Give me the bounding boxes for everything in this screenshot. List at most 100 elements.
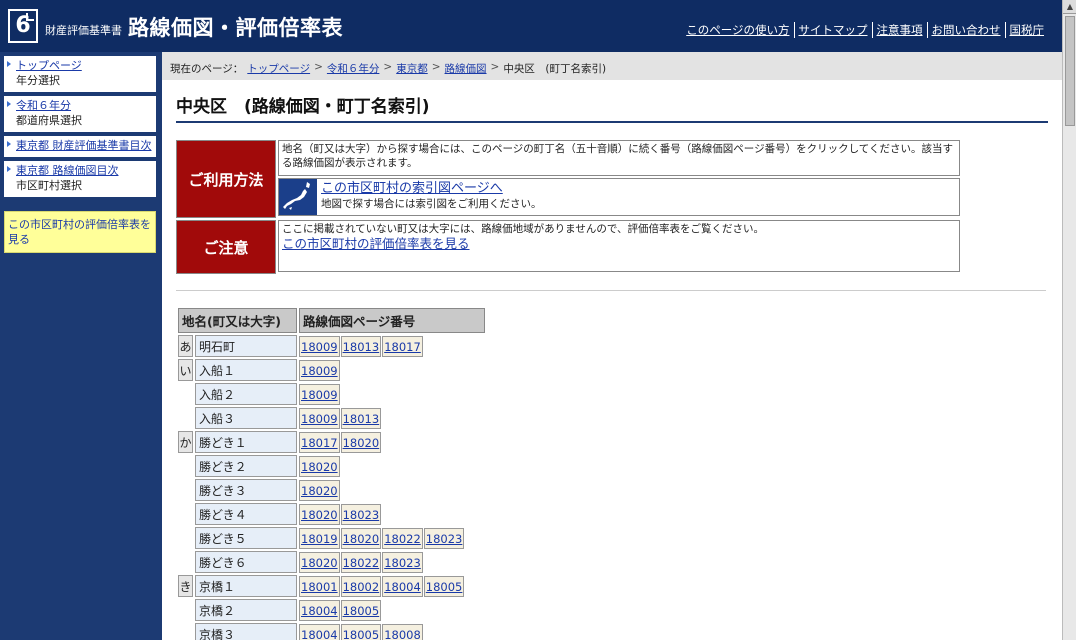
page-number-link[interactable]: 18008 [382,623,423,640]
town-name-cell: 京橋１ [195,575,297,597]
page-number-link[interactable]: 18017 [299,431,340,453]
page-number-link[interactable]: 18022 [382,527,423,549]
kana-index-cell: い [178,359,193,381]
page-numbers-cell: 18009 18013 18017 [299,335,485,357]
table-header-row: 地名(町又は大字) 路線価図ページ番号 [178,308,485,333]
sidebar-item-top: トップページ 年分選択 [4,56,156,92]
breadcrumb: 現在のページ： トップページ > 令和６年分 > 東京都 > 路線価図 > 中央… [162,52,1062,80]
page-number-link[interactable]: 18004 [299,599,340,621]
usage-label: ご利用方法 [176,140,276,218]
sidebar-link-year[interactable]: 令和６年分 [16,99,154,113]
breadcrumb-link-route-map[interactable]: 路線価図 [445,61,487,75]
index-map-link[interactable]: この市区町村の索引図ページへ [321,181,542,197]
column-header-town: 地名(町又は大字) [178,308,297,333]
usage-body: 地名（町又は大字）から探す場合には、このページの町丁名（五十音順）に続く番号（路… [278,140,960,218]
page-number-link[interactable]: 18020 [299,455,340,477]
logo-icon[interactable]: 6 [8,9,38,43]
sidebar-link-top[interactable]: トップページ [16,59,154,73]
table-row: 入船２ 18009 [178,383,485,405]
page-numbers-cell: 18009 [299,383,485,405]
page-number-link[interactable]: 18005 [340,623,382,640]
table-row: 勝どき６ 18020 18022 18023 [178,551,485,573]
caution-text: ここに掲載されていない町又は大字には、路線価地域がありませんので、評価倍率表をご… [282,223,764,235]
column-header-pages: 路線価図ページ番号 [299,308,485,333]
page-number-link[interactable]: 18009 [299,383,340,405]
page-number-link[interactable]: 18020 [299,503,340,525]
page-numbers-cell: 18020 18023 [299,503,485,525]
page-number-link[interactable]: 18023 [382,551,423,573]
table-row: い入船１ 18009 [178,359,485,381]
town-index-table: 地名(町又は大字) 路線価図ページ番号 あ明石町 18009 18013 18017 い… [176,306,487,640]
breadcrumb-separator: > [431,61,441,73]
sidebar-link-toc[interactable]: 東京都 財産評価基準書目次 [16,139,154,153]
japan-map-icon[interactable] [279,179,317,215]
page-numbers-cell: 18020 [299,479,485,501]
arrow-right-icon [7,101,11,107]
page-number-link[interactable]: 18020 [299,479,340,501]
town-name-cell: 勝どき３ [195,479,297,501]
page-number-link[interactable]: 18020 [340,431,382,453]
sidebar: トップページ 年分選択 令和６年分 都道府県選択 東京都 財産評価基準書目次 東… [0,52,160,640]
page-numbers-cell: 18020 [299,455,485,477]
table-row: か勝どき１ 18017 18020 [178,431,485,453]
breadcrumb-link-top[interactable]: トップページ [247,61,310,75]
caution-label: ご注意 [176,220,276,274]
page-number-link[interactable]: 18017 [382,335,423,357]
kana-index-cell [178,383,193,405]
breadcrumb-link-year[interactable]: 令和６年分 [327,61,380,75]
nav-link-contact[interactable]: お問い合わせ [926,22,1005,38]
page-number-link[interactable]: 18001 [299,575,340,597]
site-title[interactable]: 路線価図・評価倍率表 [128,12,343,42]
page-number-link[interactable]: 18009 [299,335,340,357]
page-number-link[interactable]: 18013 [340,335,382,357]
section-divider [176,290,1046,291]
page-title: 中央区 (路線価図・町丁名索引) [176,92,1048,123]
vertical-scrollbar[interactable]: ▲ [1062,0,1076,640]
kana-index-cell [178,407,193,429]
kana-index-cell [178,503,193,525]
page-number-link[interactable]: 18020 [299,551,340,573]
page-number-link[interactable]: 18004 [299,623,340,640]
breadcrumb-separator: > [314,61,323,73]
usage-row: ご利用方法 地名（町又は大字）から探す場合には、このページの町丁名（五十音順）に… [176,140,960,218]
page-number-link[interactable]: 18009 [299,359,340,381]
arrow-right-icon [7,61,11,67]
info-panel: ご利用方法 地名（町又は大字）から探す場合には、このページの町丁名（五十音順）に… [176,140,960,274]
sidebar-item-toc: 東京都 財産評価基準書目次 [4,136,156,157]
town-name-cell: 京橋２ [195,599,297,621]
sidebar-note-rate-table[interactable]: この市区町村の評価倍率表を見る [4,211,156,253]
page-number-link[interactable]: 18019 [299,527,340,549]
kana-index-cell: あ [178,335,193,357]
page-number-link[interactable]: 18004 [382,575,423,597]
caution-box: ここに掲載されていない町又は大字には、路線価地域がありませんので、評価倍率表をご… [278,220,960,272]
kana-index-cell [178,623,193,640]
page-number-link[interactable]: 18020 [340,527,382,549]
sidebar-link-route-toc[interactable]: 東京都 路線価図目次 [16,164,154,178]
page-number-link[interactable]: 18005 [423,575,465,597]
top-nav: このページの使い方 サイトマップ 注意事項 お問い合わせ 国税庁 [682,22,1048,38]
arrow-right-icon [7,166,11,172]
site-subtitle: 財産評価基準書 [45,24,122,37]
caution-rate-table-link[interactable]: この市区町村の評価倍率表を見る [282,237,956,251]
kana-index-cell [178,527,193,549]
scroll-up-icon[interactable]: ▲ [1063,0,1076,14]
nav-link-nta[interactable]: 国税庁 [1004,22,1049,38]
scroll-thumb[interactable] [1065,16,1075,126]
page-number-link[interactable]: 18023 [423,527,465,549]
page-number-link[interactable]: 18009 [299,407,340,429]
nav-link-how-to-use[interactable]: このページの使い方 [682,22,793,38]
breadcrumb-separator: > [490,61,500,73]
page-number-link[interactable]: 18022 [340,551,382,573]
town-name-cell: 入船３ [195,407,297,429]
page-numbers-cell: 18004 18005 18008 [299,623,485,640]
logo-number: 6 [15,13,31,38]
page-number-link[interactable]: 18013 [340,407,382,429]
page-number-link[interactable]: 18005 [340,599,382,621]
page-number-link[interactable]: 18023 [340,503,382,525]
breadcrumb-link-prefecture[interactable]: 東京都 [396,61,428,75]
nav-link-notes[interactable]: 注意事項 [871,22,927,38]
main-content: 現在のページ： トップページ > 令和６年分 > 東京都 > 路線価図 > 中央… [162,52,1062,640]
nav-link-sitemap[interactable]: サイトマップ [793,22,872,38]
page-number-link[interactable]: 18002 [340,575,382,597]
page-numbers-cell: 18020 18022 18023 [299,551,485,573]
